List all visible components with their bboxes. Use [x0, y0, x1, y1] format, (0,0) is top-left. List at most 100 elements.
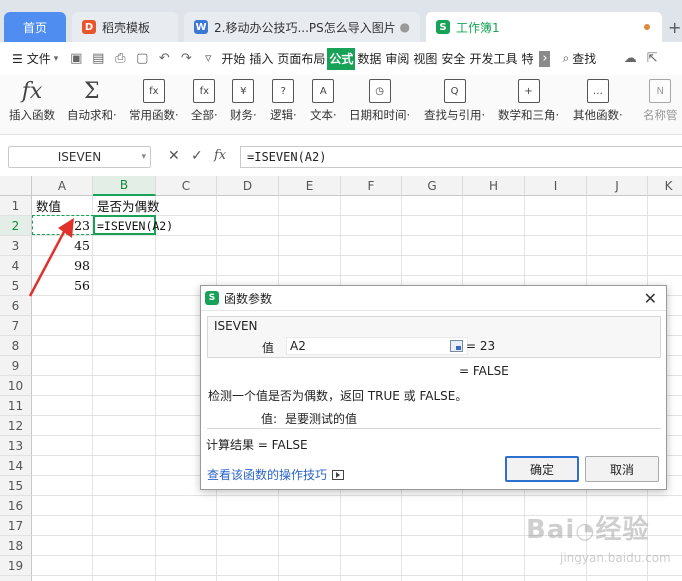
autosum-button[interactable]: Σ 自动求和·: [67, 79, 117, 129]
cell-a1[interactable]: 数值: [33, 196, 93, 215]
row-header-11[interactable]: 11: [0, 396, 32, 416]
name-box-chevron-icon[interactable]: ▾: [141, 152, 146, 162]
row-header-7[interactable]: 7: [0, 316, 32, 336]
gridline-vertical: [155, 196, 156, 581]
redo-icon[interactable]: ↷: [178, 51, 194, 67]
cell-b2[interactable]: =ISEVEN(A2): [94, 216, 214, 235]
share-icon[interactable]: ⇱: [644, 51, 660, 67]
common-functions-button[interactable]: fx 常用函数·: [129, 79, 179, 129]
column-header-h[interactable]: H: [463, 176, 525, 196]
tab-document[interactable]: W 2.移动办公技巧...PS怎么导入图片 ●: [184, 12, 420, 42]
menu-item-insert[interactable]: 插入: [247, 48, 275, 70]
column-header-d[interactable]: D: [217, 176, 279, 196]
row-header-15[interactable]: 15: [0, 476, 32, 496]
video-icon: [332, 469, 345, 480]
menu-item-formulas[interactable]: 公式: [327, 47, 356, 70]
lookup-icon: Q: [443, 79, 466, 103]
row-header-18[interactable]: 18: [0, 536, 32, 556]
menu-item-special[interactable]: 特: [519, 48, 535, 70]
column-header-a[interactable]: A: [32, 176, 93, 196]
column-header-i[interactable]: I: [525, 176, 587, 196]
confirm-check-icon[interactable]: ✓: [191, 148, 203, 164]
logical-button[interactable]: ? 逻辑·: [270, 79, 297, 129]
dialog-titlebar[interactable]: S 函数参数: [201, 286, 666, 311]
tab-docer-templates[interactable]: D 稻壳模板: [72, 12, 178, 42]
menu-item-data[interactable]: 数据: [355, 48, 383, 70]
save-icon[interactable]: ▣: [68, 51, 84, 67]
select-all-corner[interactable]: [0, 176, 32, 196]
close-icon[interactable]: ✕: [644, 289, 657, 308]
math-trig-button[interactable]: + 数学和三角·: [498, 79, 559, 129]
gridline-horizontal: [32, 275, 682, 276]
row-header-1[interactable]: 1: [0, 196, 32, 216]
tab-workbook[interactable]: S 工作簿1: [426, 12, 662, 42]
name-manager-button[interactable]: N 名称管: [643, 79, 678, 129]
ok-button[interactable]: 确定: [505, 456, 579, 482]
cloud-icon[interactable]: ☁: [622, 51, 638, 67]
text-functions-label: 文本·: [310, 108, 337, 122]
cancel-button[interactable]: 取消: [585, 456, 659, 482]
cell-b1[interactable]: 是否为偶数: [94, 196, 214, 215]
lookup-reference-button[interactable]: Q 查找与引用·: [424, 79, 485, 129]
row-header-19[interactable]: 19: [0, 556, 32, 576]
more-chevron-icon[interactable]: ▿: [200, 51, 216, 67]
scroll-right-icon[interactable]: ›: [539, 50, 551, 67]
formula-input[interactable]: =ISEVEN(A2): [240, 146, 682, 168]
financial-button[interactable]: ¥ 财务·: [230, 79, 257, 129]
column-header-j[interactable]: J: [587, 176, 648, 196]
date-time-button[interactable]: ◷ 日期和时间·: [349, 79, 410, 129]
menu-item-home[interactable]: 开始: [219, 48, 247, 70]
menu-item-view[interactable]: 视图: [411, 48, 439, 70]
formula-text: =ISEVEN(A2): [247, 150, 327, 164]
file-menu[interactable]: 文件 ▾: [25, 48, 61, 70]
column-header-g[interactable]: G: [402, 176, 463, 196]
new-tab-button[interactable]: +: [668, 18, 681, 37]
row-header-16[interactable]: 16: [0, 496, 32, 516]
common-functions-label: 常用函数·: [129, 108, 179, 122]
export-pdf-icon[interactable]: ▤: [90, 51, 106, 67]
tab-home[interactable]: 首页: [4, 12, 66, 42]
menu-item-review[interactable]: 审阅: [383, 48, 411, 70]
financial-icon: ¥: [232, 79, 255, 103]
column-header-b[interactable]: B: [93, 176, 156, 196]
menu-item-page-layout[interactable]: 页面布局: [275, 48, 327, 70]
more-functions-button[interactable]: … 其他函数·: [573, 79, 623, 129]
undo-icon[interactable]: ↶: [156, 51, 172, 67]
row-header-8[interactable]: 8: [0, 336, 32, 356]
row-header-17[interactable]: 17: [0, 516, 32, 536]
row-header-12[interactable]: 12: [0, 416, 32, 436]
column-header-k[interactable]: K: [648, 176, 682, 196]
tab-bar: 首页 D 稻壳模板 W 2.移动办公技巧...PS怎么导入图片 ● S 工作簿1…: [0, 0, 682, 42]
cancel-x-icon[interactable]: ✕: [168, 148, 180, 164]
text-functions-button[interactable]: A 文本·: [310, 79, 337, 129]
row-header-20[interactable]: 20: [0, 576, 32, 581]
arg-value-input[interactable]: A2: [286, 337, 468, 355]
tab-workbook-label: 工作簿1: [456, 20, 500, 35]
all-functions-icon: fx: [193, 79, 216, 103]
row-header-9[interactable]: 9: [0, 356, 32, 376]
fx-icon[interactable]: fx: [214, 148, 226, 163]
name-manager-icon: N: [649, 79, 672, 103]
insert-function-button[interactable]: fx 插入函数: [9, 79, 55, 129]
search-button[interactable]: ⌕ 查找: [560, 48, 598, 70]
more-functions-label: 其他函数·: [573, 108, 623, 122]
print-preview-icon[interactable]: ▢: [134, 51, 150, 67]
hamburger-menu-icon[interactable]: ☰: [10, 48, 25, 70]
tab-home-label: 首页: [22, 20, 47, 35]
column-header-e[interactable]: E: [279, 176, 341, 196]
menu-item-developer[interactable]: 开发工具: [467, 48, 519, 70]
row-header-10[interactable]: 10: [0, 376, 32, 396]
name-box[interactable]: ISEVEN ▾: [8, 146, 151, 168]
unsaved-dot-icon: [644, 24, 650, 30]
row-header-13[interactable]: 13: [0, 436, 32, 456]
function-tips-link[interactable]: 查看该函数的操作技巧: [207, 466, 345, 483]
tab-close-icon[interactable]: ●: [400, 20, 410, 34]
row-header-14[interactable]: 14: [0, 456, 32, 476]
range-picker-icon[interactable]: [450, 340, 463, 352]
print-icon[interactable]: ⎙: [112, 51, 128, 67]
all-functions-button[interactable]: fx 全部·: [191, 79, 218, 129]
column-header-f[interactable]: F: [341, 176, 402, 196]
column-header-c[interactable]: C: [156, 176, 217, 196]
autosum-label: 自动求和·: [67, 108, 117, 122]
menu-item-security[interactable]: 安全: [439, 48, 467, 70]
